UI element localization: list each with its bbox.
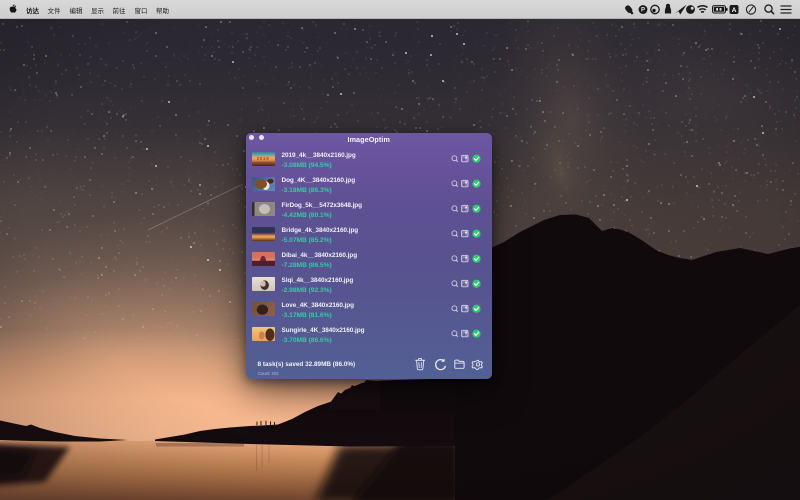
svg-text:P: P (641, 8, 645, 14)
svg-text:A: A (732, 7, 737, 14)
